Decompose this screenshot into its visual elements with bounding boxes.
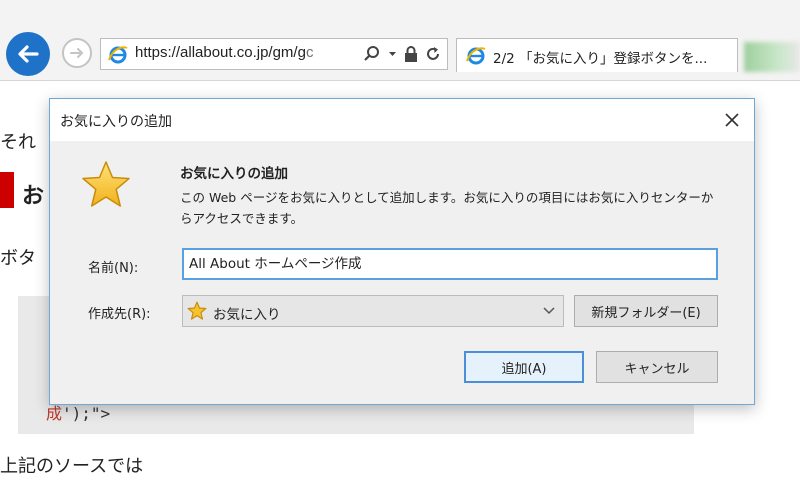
destination-label: 作成先(R): xyxy=(88,307,151,322)
forward-button[interactable] xyxy=(62,38,92,68)
destination-select[interactable]: お気に入り xyxy=(182,295,564,327)
dialog-description: この Web ページをお気に入りとして追加します。お気に入りの項目にはお気に入り… xyxy=(180,190,714,226)
page-text-line: 上記のソースでは xyxy=(0,456,144,477)
destination-value: お気に入り xyxy=(213,307,281,323)
browser-tab-active[interactable]: 2/2 「お気に入り」登録ボタンを... xyxy=(456,38,738,72)
search-icon[interactable] xyxy=(363,45,381,63)
ie-icon xyxy=(108,46,128,64)
favorites-star-icon xyxy=(82,161,130,207)
address-bar[interactable]: https://allabout.co.jp/gm/gc xyxy=(100,38,448,70)
cancel-button[interactable]: キャンセル xyxy=(596,351,718,383)
name-label: 名前(N): xyxy=(88,261,139,276)
page-heading: お xyxy=(22,184,45,209)
lock-icon[interactable] xyxy=(404,45,418,63)
name-input[interactable]: All About ホームページ作成 xyxy=(182,248,718,280)
ie-icon xyxy=(466,47,486,65)
page-text-line: それ xyxy=(0,132,36,153)
add-button[interactable]: 追加(A) xyxy=(464,351,584,383)
add-favorite-dialog: お気に入りの追加 お気に入りの追加 この Web ページをお気に入りとして追加し… xyxy=(49,98,755,405)
dialog-titlebar[interactable]: お気に入りの追加 xyxy=(50,99,754,141)
dropdown-arrow-icon[interactable] xyxy=(388,45,397,63)
close-icon xyxy=(725,113,739,127)
heading-accent-bar xyxy=(0,172,14,208)
refresh-icon[interactable] xyxy=(425,45,441,63)
address-url: https://allabout.co.jp/gm/gc xyxy=(135,44,314,61)
dialog-heading: お気に入りの追加 xyxy=(180,166,288,182)
back-button[interactable] xyxy=(6,32,50,76)
new-folder-button[interactable]: 新規フォルダー(E) xyxy=(574,295,718,327)
browser-tab-inactive[interactable] xyxy=(744,42,800,72)
arrow-left-icon xyxy=(18,45,39,63)
tab-title: 2/2 「お気に入り」登録ボタンを... xyxy=(493,51,708,67)
close-button[interactable] xyxy=(718,107,746,133)
arrow-right-icon xyxy=(70,48,83,58)
chevron-down-icon xyxy=(543,307,555,315)
dialog-title: お気に入りの追加 xyxy=(60,114,172,130)
page-text-line: ボタ xyxy=(0,248,36,269)
favorites-star-icon xyxy=(187,301,207,320)
